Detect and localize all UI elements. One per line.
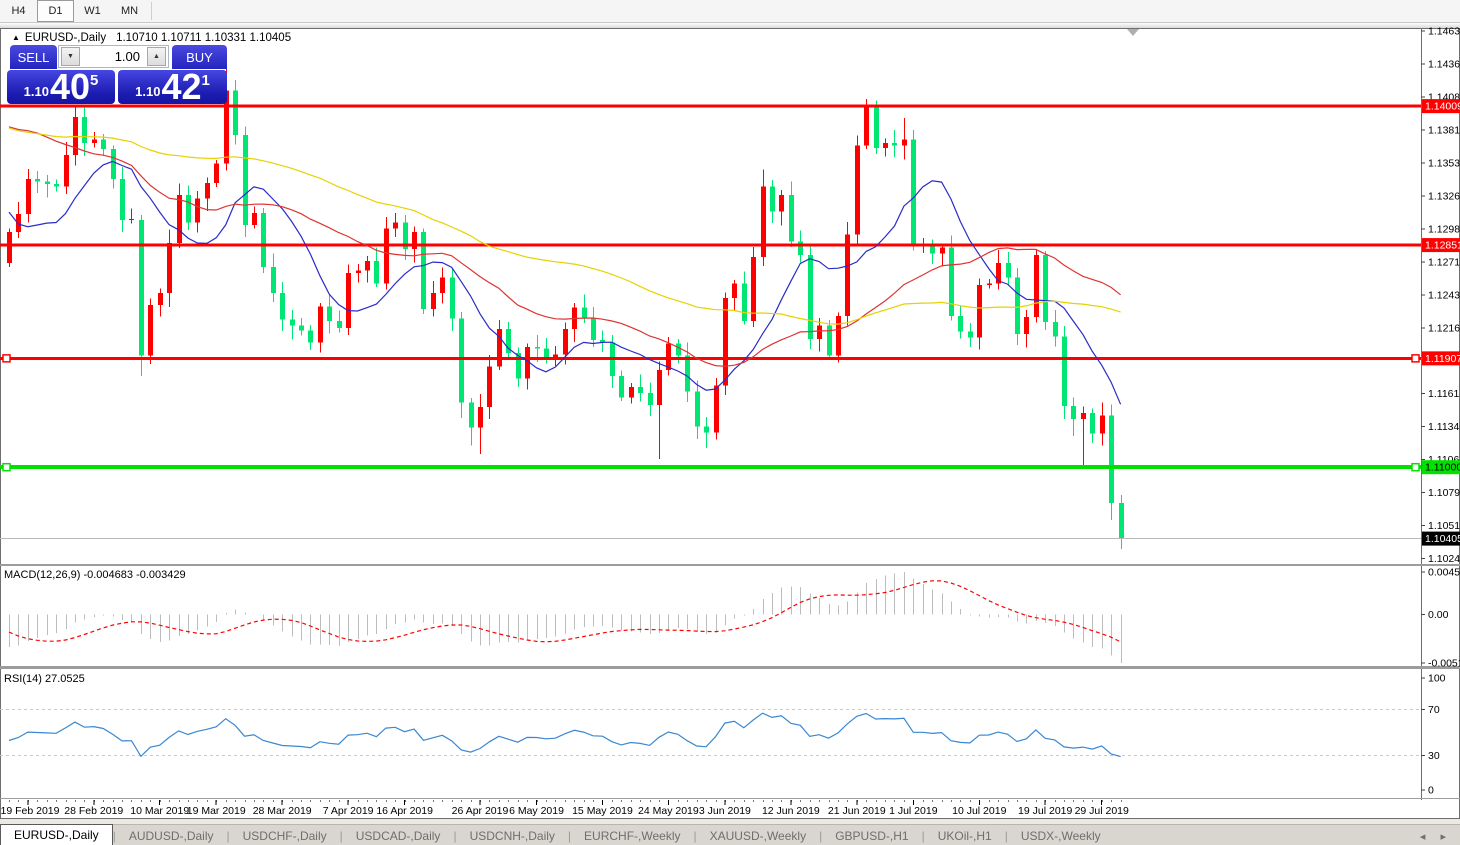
svg-text:10 Mar 2019: 10 Mar 2019 <box>130 805 189 817</box>
sell-price-button[interactable]: 1.10 40 5 <box>7 70 115 104</box>
svg-text:1.11615: 1.11615 <box>1428 388 1460 400</box>
chart-symbol: EURUSD-,Daily <box>25 32 106 44</box>
svg-text:15 May 2019: 15 May 2019 <box>572 805 633 817</box>
chart-tabbar: EURUSD-,Daily|AUDUSD-,Daily|USDCHF-,Dail… <box>0 824 1460 845</box>
chart-title: ▲ EURUSD-,Daily 1.10710 1.10711 1.10331 1.… <box>12 32 291 44</box>
tab-usdchf-daily[interactable]: USDCHF-,Daily <box>230 827 340 845</box>
svg-text:-0.005122: -0.005122 <box>1428 658 1460 670</box>
one-click-trade-panel: SELL ▼ 1.00 ▲ BUY 1.10 40 5 1.10 42 1 <box>7 45 227 104</box>
svg-text:1.11340: 1.11340 <box>1428 421 1460 433</box>
svg-text:1.13535: 1.13535 <box>1428 158 1460 170</box>
svg-text:6 May 2019: 6 May 2019 <box>509 805 564 817</box>
price-tag-1.11907: 1.11907 <box>1422 351 1460 365</box>
tab-usdcnh-daily[interactable]: USDCNH-,Daily <box>457 827 568 845</box>
svg-text:1.11907: 1.11907 <box>1425 353 1460 365</box>
svg-text:3 Jun 2019: 3 Jun 2019 <box>699 805 751 817</box>
svg-text:1.10790: 1.10790 <box>1428 487 1460 499</box>
svg-text:28 Mar 2019: 28 Mar 2019 <box>253 805 312 817</box>
svg-text:30: 30 <box>1428 750 1440 762</box>
tab-xauusd-weekly[interactable]: XAUUSD-,Weekly <box>697 827 819 845</box>
svg-text:19 Jul 2019: 19 Jul 2019 <box>1018 805 1072 817</box>
sell-price-big: 40 <box>50 72 90 102</box>
tab-eurusd-daily[interactable]: EURUSD-,Daily <box>0 824 113 845</box>
buy-price-big: 42 <box>161 72 201 102</box>
svg-text:1.12985: 1.12985 <box>1428 224 1460 236</box>
price-tag-1.14009: 1.14009 <box>1422 99 1460 113</box>
svg-text:7 Apr 2019: 7 Apr 2019 <box>323 805 374 817</box>
macd-label: MACD(12,26,9) -0.004683 -0.003429 <box>4 569 186 581</box>
svg-text:70: 70 <box>1428 704 1440 716</box>
svg-text:100: 100 <box>1428 673 1446 685</box>
price-tag-1.11000: 1.11000 <box>1422 460 1460 474</box>
svg-text:12 Jun 2019: 12 Jun 2019 <box>762 805 820 817</box>
svg-text:0.004532: 0.004532 <box>1428 567 1460 579</box>
svg-text:1.13810: 1.13810 <box>1428 125 1460 137</box>
svg-text:1.11000: 1.11000 <box>1425 462 1460 474</box>
svg-text:1.12435: 1.12435 <box>1428 290 1460 302</box>
buy-price-button[interactable]: 1.10 42 1 <box>118 70 227 104</box>
buy-price-small: 1.10 <box>135 84 160 99</box>
svg-text:21 Jun 2019: 21 Jun 2019 <box>828 805 886 817</box>
svg-text:1.10515: 1.10515 <box>1428 520 1460 532</box>
svg-text:19 Mar 2019: 19 Mar 2019 <box>187 805 246 817</box>
svg-text:19 Feb 2019: 19 Feb 2019 <box>1 805 60 817</box>
svg-text:1.14009: 1.14009 <box>1425 101 1460 113</box>
tab-usdcad-daily[interactable]: USDCAD-,Daily <box>343 827 454 845</box>
mt4-window: H4D1W1MN 1.146351.143601.140851.138101.1… <box>0 0 1460 845</box>
svg-text:0.00: 0.00 <box>1428 609 1449 621</box>
chart-ohlc: 1.10710 1.10711 1.10331 1.10405 <box>116 32 291 44</box>
tab-gbpusd-h1[interactable]: GBPUSD-,H1 <box>822 827 921 845</box>
svg-text:16 Apr 2019: 16 Apr 2019 <box>376 805 433 817</box>
svg-text:24 May 2019: 24 May 2019 <box>638 805 699 817</box>
svg-text:1.12160: 1.12160 <box>1428 323 1460 335</box>
price-tag-1.10405: 1.10405 <box>1422 532 1460 546</box>
tabs-scroll-icons[interactable]: ◂ ▸ <box>1420 830 1460 845</box>
sell-price-small: 1.10 <box>24 84 49 99</box>
tab-usdx-weekly[interactable]: USDX-,Weekly <box>1008 827 1114 845</box>
svg-text:26 Apr 2019: 26 Apr 2019 <box>452 805 509 817</box>
volume-field[interactable]: 1.00 <box>82 49 145 64</box>
buy-price-sup: 1 <box>202 72 210 89</box>
spin-down-icon[interactable]: ▼ <box>61 47 80 66</box>
chart-canvas[interactable]: 1.146351.143601.140851.138101.135351.132… <box>0 0 1460 845</box>
tab-audusd-daily[interactable]: AUDUSD-,Daily <box>116 827 227 845</box>
tab-eurchf-weekly[interactable]: EURCHF-,Weekly <box>571 827 693 845</box>
svg-text:1.12851: 1.12851 <box>1425 240 1460 252</box>
svg-text:1.10240: 1.10240 <box>1428 553 1460 565</box>
svg-text:1.10405: 1.10405 <box>1425 533 1460 545</box>
svg-text:1 Jul 2019: 1 Jul 2019 <box>889 805 938 817</box>
price-tag-1.12851: 1.12851 <box>1422 238 1460 252</box>
spin-up-icon[interactable]: ▲ <box>147 47 166 66</box>
svg-text:28 Feb 2019: 28 Feb 2019 <box>64 805 123 817</box>
svg-text:10 Jul 2019: 10 Jul 2019 <box>952 805 1006 817</box>
svg-text:1.13260: 1.13260 <box>1428 191 1460 203</box>
rsi-label: RSI(14) 27.0525 <box>4 673 85 685</box>
svg-text:1.12710: 1.12710 <box>1428 257 1460 269</box>
collapse-triangle-icon[interactable]: ▲ <box>12 33 20 42</box>
volume-spinner: ▼ 1.00 ▲ <box>58 45 169 68</box>
svg-text:29 Jul 2019: 29 Jul 2019 <box>1075 805 1129 817</box>
tab-ukoil-h1[interactable]: UKOil-,H1 <box>925 827 1005 845</box>
svg-text:0: 0 <box>1428 785 1434 797</box>
svg-text:1.14635: 1.14635 <box>1428 26 1460 38</box>
svg-text:1.14360: 1.14360 <box>1428 59 1460 71</box>
sell-price-sup: 5 <box>90 72 98 89</box>
